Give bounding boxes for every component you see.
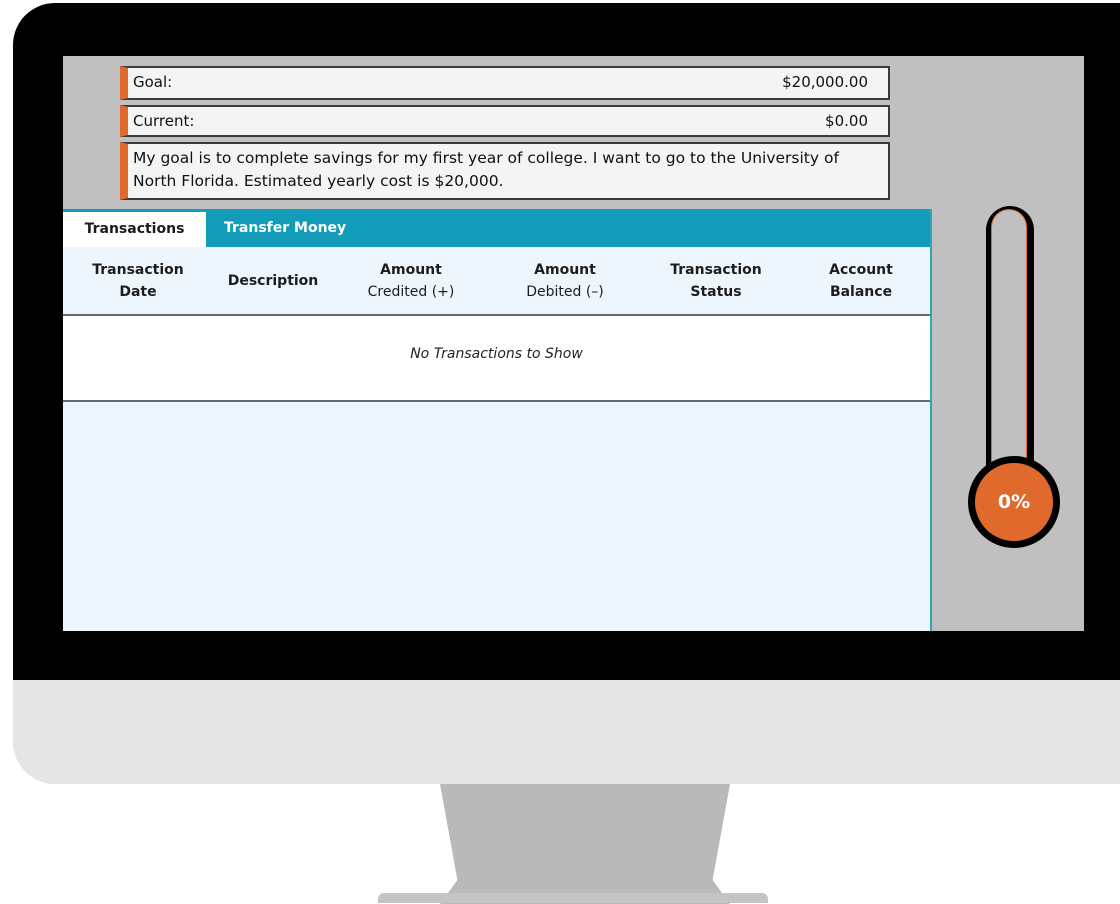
table-header: Transaction Date Description Amount Cred…: [63, 247, 930, 316]
current-field: Current: $0.00: [120, 105, 890, 137]
column-header-transaction-status[interactable]: Transaction Status: [651, 259, 781, 303]
screen: Goal: $20,000.00 Current: $0.00 My goal …: [63, 56, 1084, 631]
column-header-transaction-date[interactable]: Transaction Date: [73, 259, 203, 303]
column-header-description[interactable]: Description: [208, 270, 338, 292]
column-header-account-balance[interactable]: Account Balance: [796, 259, 926, 303]
tab-transfer-money[interactable]: Transfer Money: [224, 209, 346, 247]
monitor-stand-neck: [440, 784, 730, 904]
tab-bar: Transactions Transfer Money: [63, 209, 930, 247]
monitor-stand-foot: [378, 893, 768, 903]
thermometer-fill: [991, 209, 1027, 494]
progress-percent: 0%: [975, 463, 1053, 541]
goal-label: Goal:: [133, 73, 173, 91]
goal-field: Goal: $20,000.00: [120, 66, 890, 100]
tab-transactions[interactable]: Transactions: [63, 212, 206, 247]
column-header-amount-debited[interactable]: Amount Debited (–): [500, 259, 630, 303]
transactions-panel: Transactions Transfer Money Transaction …: [63, 209, 932, 631]
goal-description: My goal is to complete savings for my fi…: [120, 142, 890, 200]
current-value: $0.00: [825, 112, 868, 130]
empty-state-message: No Transactions to Show: [410, 346, 583, 362]
column-header-amount-credited[interactable]: Amount Credited (+): [346, 259, 476, 303]
table-body: No Transactions to Show: [63, 316, 930, 402]
monitor-chin: [13, 680, 1120, 784]
goal-value: $20,000.00: [782, 73, 868, 91]
current-label: Current:: [133, 112, 195, 130]
